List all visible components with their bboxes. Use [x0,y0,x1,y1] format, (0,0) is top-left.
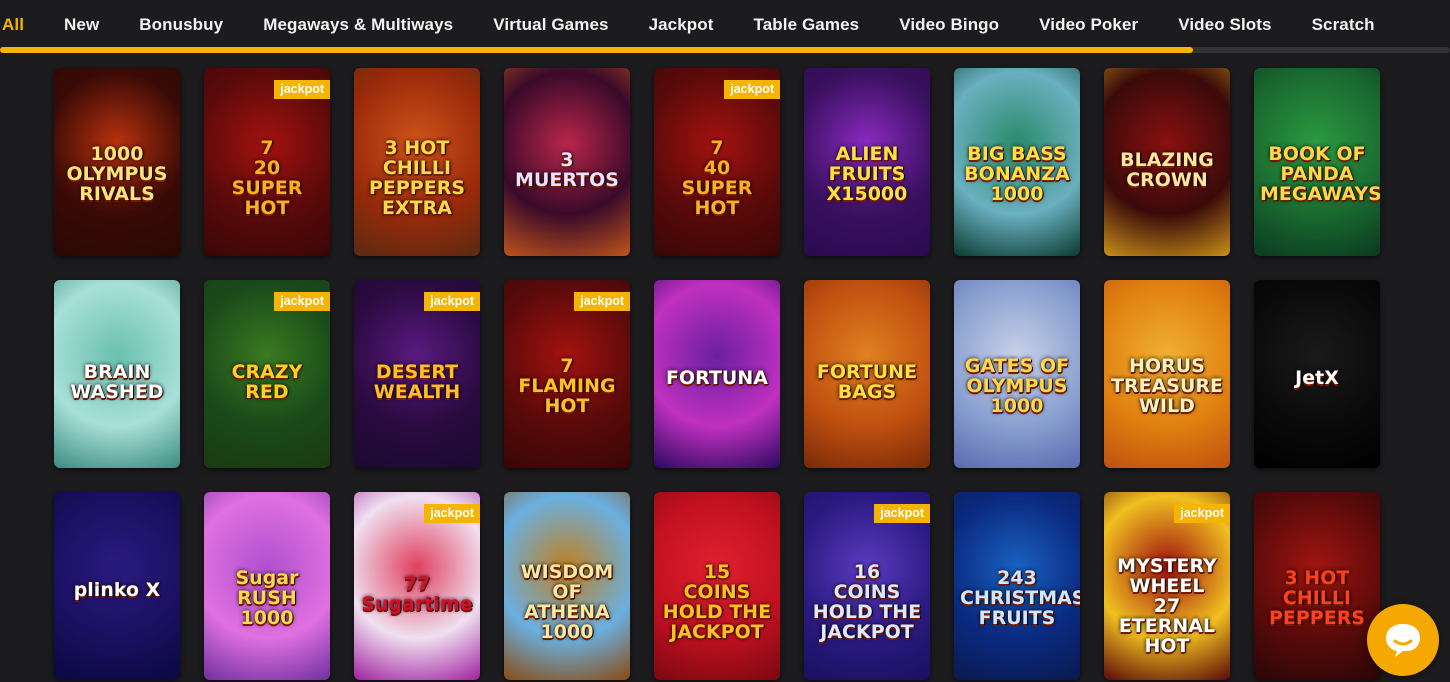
game-title: CRAZY RED [231,361,303,403]
game-title: plinko X [73,579,161,601]
game-tile[interactable]: BLAZING CROWN [1104,68,1230,256]
tab-all[interactable]: All [0,15,44,35]
game-title: JetX [1295,367,1339,389]
game-title: 7 40 SUPER HOT [681,137,753,219]
game-title: Sugar RUSH 1000 [235,567,299,629]
game-tile[interactable]: WISDOM OF ATHENA 1000 [504,492,630,680]
jackpot-badge: jackpot [724,80,780,99]
game-tile[interactable]: BRAIN WASHED [54,280,180,468]
game-title: 15 COINS HOLD THE JACKPOT [662,561,772,643]
tab-jackpot[interactable]: Jackpot [629,15,734,35]
game-title: GATES OF OLYMPUS 1000 [964,355,1070,417]
game-tile[interactable]: 3 HOT CHILLI PEPPERS EXTRA [354,68,480,256]
game-title: 3 MUERTOS [515,149,619,191]
game-tile[interactable]: JetX [1254,280,1380,468]
game-title: FORTUNE BAGS [816,361,918,403]
game-tile[interactable]: FORTUNE BAGS [804,280,930,468]
game-title: 3 HOT CHILLI PEPPERS [1268,567,1366,629]
tabs-scrollbar-thumb[interactable] [0,47,1194,53]
game-tile[interactable]: plinko X [54,492,180,680]
game-tile[interactable]: 7 FLAMING HOT jackpot [504,280,630,468]
category-tabs: All New Bonusbuy Megaways & Multiways Virtua… [0,0,1395,50]
game-title: 77 Sugartime [361,573,473,615]
game-title: FORTUNA [666,367,768,389]
game-title: WISDOM OF ATHENA 1000 [520,561,614,643]
game-title: HORUS TREASURE WILD [1111,355,1223,417]
chat-button[interactable] [1367,604,1439,676]
jackpot-badge: jackpot [1174,504,1230,523]
jackpot-badge: jackpot [874,504,930,523]
game-title: BLAZING CROWN [1120,149,1214,191]
tab-bonusbuy[interactable]: Bonusbuy [119,15,243,35]
game-title: 243 CHRISTMAS FRUITS [960,567,1080,629]
game-tile[interactable]: ALIEN FRUITS X15000 [804,68,930,256]
tab-scratch[interactable]: Scratch [1292,15,1395,35]
game-tile[interactable]: 16 COINS HOLD THE JACKPOT jackpot [804,492,930,680]
game-tile[interactable]: 15 COINS HOLD THE JACKPOT [654,492,780,680]
jackpot-badge: jackpot [424,504,480,523]
chat-bubble-icon [1386,624,1420,657]
tab-megaways-multiways[interactable]: Megaways & Multiways [243,15,473,35]
game-tile[interactable]: FORTUNA [654,280,780,468]
game-title: BOOK OF PANDA MEGAWAYS [1260,143,1380,205]
game-tile[interactable]: MYSTERY WHEEL 27 ETERNAL HOT jackpot [1104,492,1230,680]
game-title: BIG BASS BONANZA 1000 [964,143,1070,205]
game-tile[interactable]: 1000 OLYMPUS RIVALS [54,68,180,256]
game-tile[interactable]: BOOK OF PANDA MEGAWAYS [1254,68,1380,256]
game-title: DESERT WEALTH [373,361,461,403]
game-title: 7 FLAMING HOT [518,355,616,417]
game-title: 7 20 SUPER HOT [231,137,303,219]
game-tile[interactable]: 7 40 SUPER HOT jackpot [654,68,780,256]
game-title: 16 COINS HOLD THE JACKPOT [812,561,922,643]
game-tile[interactable]: HORUS TREASURE WILD [1104,280,1230,468]
tab-table-games[interactable]: Table Games [734,15,880,35]
game-tile[interactable]: 7 20 SUPER HOT jackpot [204,68,330,256]
game-title: MYSTERY WHEEL 27 ETERNAL HOT [1117,555,1217,657]
category-nav: All New Bonusbuy Megaways & Multiways Virtua… [0,0,1450,54]
game-tile[interactable]: CRAZY RED jackpot [204,280,330,468]
game-title: ALIEN FRUITS X15000 [826,143,908,205]
game-tile[interactable]: GATES OF OLYMPUS 1000 [954,280,1080,468]
game-tile[interactable]: 3 MUERTOS [504,68,630,256]
game-tile[interactable]: DESERT WEALTH jackpot [354,280,480,468]
tab-new[interactable]: New [44,15,119,35]
game-title: 3 HOT CHILLI PEPPERS EXTRA [368,137,466,219]
game-tile[interactable]: 243 CHRISTMAS FRUITS [954,492,1080,680]
game-tile[interactable]: 77 Sugartime jackpot [354,492,480,680]
jackpot-badge: jackpot [424,292,480,311]
game-tile[interactable]: BIG BASS BONANZA 1000 [954,68,1080,256]
jackpot-badge: jackpot [274,80,330,99]
game-tile[interactable]: Sugar RUSH 1000 [204,492,330,680]
tab-virtual-games[interactable]: Virtual Games [473,15,628,35]
game-title: 1000 OLYMPUS RIVALS [66,143,168,205]
tab-video-bingo[interactable]: Video Bingo [879,15,1019,35]
game-tile[interactable]: 3 HOT CHILLI PEPPERS [1254,492,1380,680]
game-title: BRAIN WASHED [70,361,164,403]
jackpot-badge: jackpot [574,292,630,311]
jackpot-badge: jackpot [274,292,330,311]
tab-video-slots[interactable]: Video Slots [1158,15,1291,35]
tab-video-poker[interactable]: Video Poker [1019,15,1158,35]
